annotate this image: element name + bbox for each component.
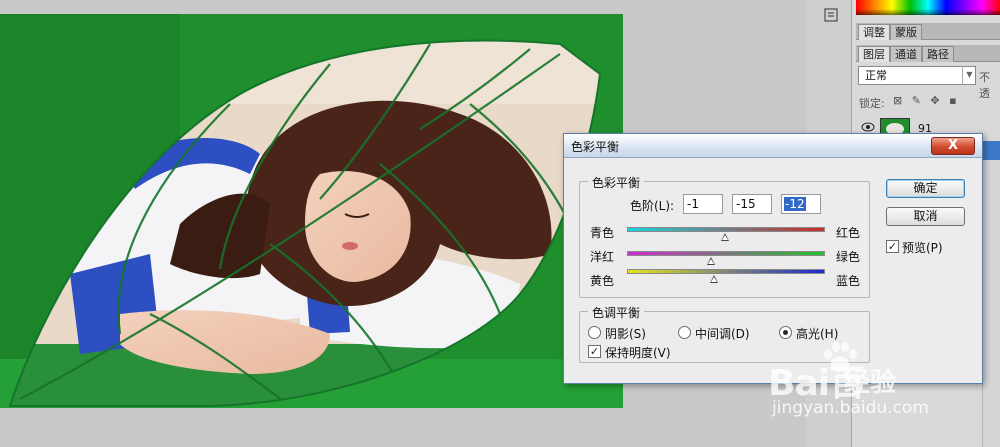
level-input-yellow-blue[interactable]: -12 bbox=[781, 194, 821, 214]
slider-thumb-cyan-red[interactable] bbox=[721, 233, 729, 241]
preserve-luminosity-label: 保持明度(V) bbox=[605, 346, 671, 360]
chevron-down-icon[interactable]: ▼ bbox=[962, 66, 976, 85]
layers-tab-row: 图层 通道 路径 bbox=[856, 45, 1000, 62]
group-label: 色彩平衡 bbox=[588, 174, 645, 191]
radio-shadows[interactable] bbox=[588, 326, 601, 339]
tab-channels[interactable]: 通道 bbox=[890, 46, 922, 62]
color-balance-dialog: 色彩平衡 X 色彩平衡 色阶(L): -1 -15 -12 青色 红色 洋红 绿… bbox=[563, 133, 983, 384]
tab-masks[interactable]: 蒙版 bbox=[890, 24, 922, 40]
group-label: 色调平衡 bbox=[588, 304, 645, 321]
preview-label: 预览(P) bbox=[902, 241, 943, 255]
close-button[interactable]: X bbox=[931, 137, 975, 155]
tab-adjustments[interactable]: 调整 bbox=[858, 24, 890, 40]
radio-label-highlights: 高光(H) bbox=[796, 327, 839, 341]
document-canvas[interactable] bbox=[0, 14, 623, 408]
radio-midtones[interactable] bbox=[678, 326, 691, 339]
preview-checkbox[interactable]: ✓ bbox=[886, 240, 899, 253]
level-input-magenta-green[interactable]: -15 bbox=[732, 194, 772, 214]
lock-icons[interactable]: ⊠ ✎ ✥ ▪ bbox=[893, 94, 960, 107]
opacity-label: 不透 bbox=[979, 71, 990, 100]
selected-text: -12 bbox=[784, 197, 806, 211]
slider-label-blue: 蓝色 bbox=[836, 274, 861, 288]
slider-label-red: 红色 bbox=[836, 226, 861, 240]
cancel-button[interactable]: 取消 bbox=[886, 207, 965, 226]
level-input-cyan-red[interactable]: -1 bbox=[683, 194, 723, 214]
slider-label-magenta: 洋红 bbox=[590, 250, 615, 264]
dialog-titlebar[interactable]: 色彩平衡 X bbox=[564, 134, 982, 158]
lock-label: 锁定: bbox=[859, 97, 885, 110]
blend-mode-select[interactable]: 正常 bbox=[858, 66, 976, 85]
slider-label-yellow: 黄色 bbox=[590, 274, 615, 288]
radio-highlights[interactable] bbox=[779, 326, 792, 339]
panel-scrollbar[interactable] bbox=[982, 160, 1000, 447]
slider-label-green: 绿色 bbox=[836, 250, 861, 264]
preserve-luminosity-checkbox[interactable]: ✓ bbox=[588, 345, 601, 358]
slider-thumb-yellow-blue[interactable] bbox=[710, 275, 719, 283]
slider-track-yellow-blue[interactable] bbox=[627, 269, 825, 274]
photo-with-leaf-overlay bbox=[0, 14, 623, 408]
tab-paths[interactable]: 路径 bbox=[922, 46, 954, 62]
slider-track-cyan-red[interactable] bbox=[627, 227, 825, 232]
slider-track-magenta-green[interactable] bbox=[627, 251, 825, 256]
levels-label: 色阶(L): bbox=[630, 199, 675, 213]
tab-layers[interactable]: 图层 bbox=[858, 46, 890, 62]
ok-button[interactable]: 确定 bbox=[886, 179, 965, 198]
panel-toggle-icon[interactable] bbox=[822, 6, 840, 24]
adjust-tab-row: 调整 蒙版 bbox=[856, 23, 1000, 40]
slider-label-cyan: 青色 bbox=[590, 226, 615, 240]
dialog-title: 色彩平衡 bbox=[571, 140, 620, 154]
radio-label-shadows: 阴影(S) bbox=[605, 327, 646, 341]
radio-label-midtones: 中间调(D) bbox=[695, 327, 750, 341]
slider-thumb-magenta-green[interactable] bbox=[707, 257, 716, 265]
